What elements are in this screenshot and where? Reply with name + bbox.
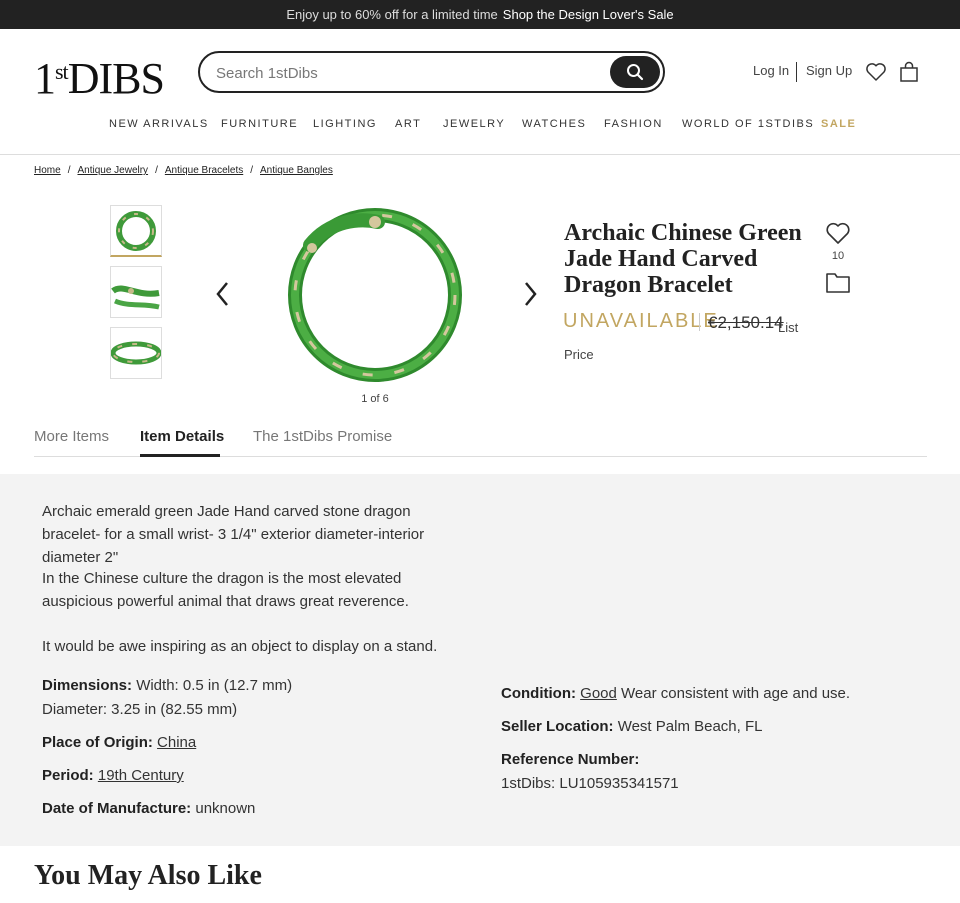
date-label: Date of Manufacture:: [42, 800, 192, 817]
main-nav: NEW ARRIVALS FURNITURE LIGHTING ART JEWE…: [0, 118, 960, 132]
search-icon: [627, 64, 644, 81]
location-label: Seller Location:: [501, 718, 614, 735]
reference-value: 1stDibs: LU105935341571: [501, 775, 679, 792]
thumbnail-2[interactable]: [110, 266, 162, 318]
tab-item-details[interactable]: Item Details: [140, 428, 224, 445]
product-title: Archaic Chinese Green Jade Hand Carved D…: [564, 220, 802, 298]
dimensions-spec: Dimensions: Width: 0.5 in (12.7 mm): [42, 674, 292, 697]
dimensions-diameter: Diameter: 3.25 in (82.55 mm): [42, 701, 238, 718]
thumbnail-3[interactable]: [110, 327, 162, 379]
bracelet-side-thumbnail-image: [111, 285, 160, 310]
search-bar: [198, 51, 665, 93]
account-divider: [796, 62, 797, 82]
description-paragraph-3: It would be awe inspiring as an object t…: [42, 638, 438, 655]
condition-label: Condition:: [501, 685, 576, 702]
list-price-label: List Price: [564, 320, 799, 362]
breadcrumb-antique-bracelets[interactable]: Antique Bracelets: [165, 165, 243, 176]
condition-note: Wear consistent with age and use.: [621, 685, 851, 702]
breadcrumb-antique-bangles[interactable]: Antique Bangles: [260, 165, 333, 176]
site-logo[interactable]: 1stDIBS: [34, 50, 165, 101]
image-counter: 1 of 6: [361, 393, 389, 405]
favorite-heart-icon[interactable]: [825, 220, 851, 246]
sign-up-link[interactable]: Sign Up: [806, 63, 852, 78]
shopping-bag-icon[interactable]: [898, 61, 920, 83]
origin-link[interactable]: China: [157, 734, 196, 751]
bracelet-angle-thumbnail-image: [111, 341, 161, 365]
nav-jewelry[interactable]: JEWELRY: [443, 118, 505, 130]
favorites-heart-icon[interactable]: [865, 61, 887, 83]
description-paragraph-1: Archaic emerald green Jade Hand carved s…: [42, 503, 425, 566]
condition-link[interactable]: Good: [580, 685, 617, 702]
active-tab-indicator: [140, 454, 220, 457]
save-to-folder-icon[interactable]: [825, 270, 851, 294]
period-spec: Period: 19th Century: [42, 764, 184, 787]
log-in-link[interactable]: Log In: [753, 63, 789, 78]
promo-text: Enjoy up to 60% off for a limited time: [286, 7, 498, 22]
period-link[interactable]: 19th Century: [98, 767, 184, 784]
breadcrumb-home[interactable]: Home: [34, 165, 61, 176]
location-value: West Palm Beach, FL: [617, 718, 763, 735]
thumbnail-1[interactable]: [110, 205, 162, 257]
favorite-count: 10: [831, 250, 845, 262]
next-image-chevron-icon[interactable]: [520, 280, 540, 308]
nav-watches[interactable]: WATCHES: [522, 118, 586, 130]
date-spec: Date of Manufacture: unknown: [42, 797, 255, 820]
nav-world-of-1stdibs[interactable]: WORLD OF 1STDIBS: [682, 118, 814, 130]
search-input[interactable]: [216, 61, 596, 85]
dimensions-width: Width: 0.5 in (12.7 mm): [136, 677, 293, 694]
header-divider: [0, 154, 960, 155]
location-spec: Seller Location: West Palm Beach, FL: [501, 715, 762, 738]
promo-link[interactable]: Shop the Design Lover's Sale: [503, 7, 674, 22]
description-paragraph-2: In the Chinese culture the dragon is the…: [42, 570, 409, 610]
previous-image-chevron-icon[interactable]: [213, 280, 233, 308]
origin-spec: Place of Origin: China: [42, 731, 196, 754]
origin-label: Place of Origin:: [42, 734, 153, 751]
period-label: Period:: [42, 767, 94, 784]
details-tabs: More Items Item Details The 1stDibs Prom…: [34, 426, 927, 457]
tab-1stdibs-promise[interactable]: The 1stDibs Promise: [253, 428, 392, 445]
breadcrumb: Home / Antique Jewelry / Antique Bracelets / A…: [34, 165, 333, 176]
search-button[interactable]: [610, 56, 660, 88]
nav-art[interactable]: ART: [395, 118, 421, 130]
recommendations-title: You May Also Like: [34, 860, 262, 891]
nav-fashion[interactable]: FASHION: [604, 118, 663, 130]
tab-more-items[interactable]: More Items: [34, 428, 109, 445]
condition-spec: Condition: Good Wear consistent with age…: [501, 682, 850, 705]
date-value: unknown: [195, 800, 256, 817]
nav-sale[interactable]: SALE: [821, 118, 856, 130]
nav-furniture[interactable]: FURNITURE: [221, 118, 298, 130]
nav-lighting[interactable]: LIGHTING: [313, 118, 377, 130]
breadcrumb-antique-jewelry[interactable]: Antique Jewelry: [77, 165, 148, 176]
promo-banner: Enjoy up to 60% off for a limited time S…: [0, 0, 960, 29]
bracelet-thumbnail-image: [116, 211, 156, 251]
bracelet-main-image: [288, 208, 462, 382]
dimensions-label: Dimensions:: [42, 677, 133, 694]
reference-label: Reference Number:: [501, 751, 640, 768]
nav-new-arrivals[interactable]: NEW ARRIVALS: [109, 118, 209, 130]
